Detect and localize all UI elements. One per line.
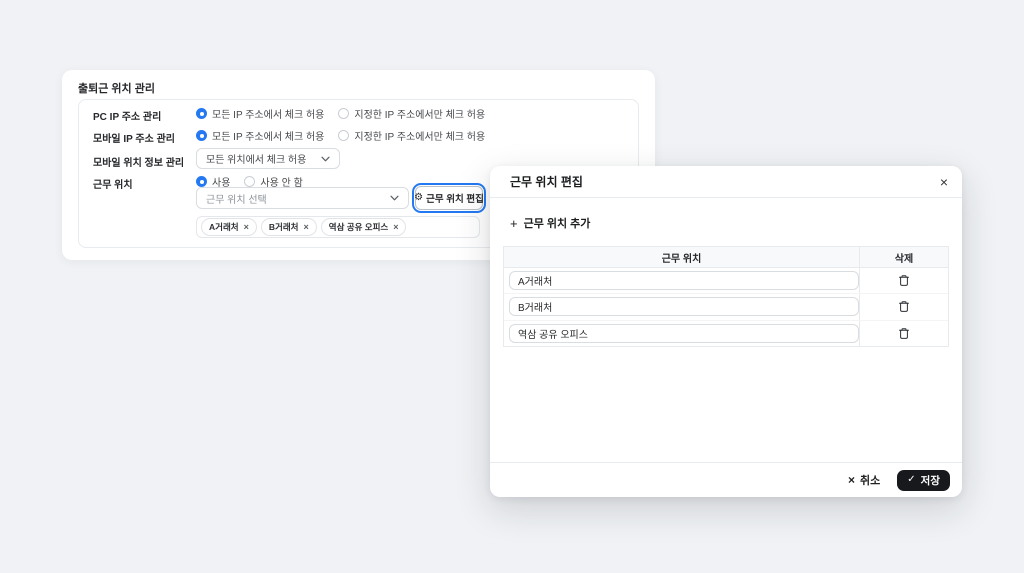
modal-footer: × 취소 ✓ 저장 bbox=[490, 462, 962, 497]
pc-ip-radio-group: 모든 IP 주소에서 체크 허용 지정한 IP 주소에서만 체크 허용 bbox=[196, 106, 485, 121]
table-header-delete: 삭제 bbox=[894, 253, 914, 265]
delete-cell bbox=[860, 268, 948, 293]
add-work-location-button[interactable]: + 근무 위치 추가 bbox=[510, 215, 590, 231]
work-location-tag: B거래처 × bbox=[260, 218, 317, 236]
table-row bbox=[504, 319, 948, 346]
radio-off-icon bbox=[338, 108, 350, 119]
location-cell bbox=[504, 268, 860, 294]
cancel-button-label: 취소 bbox=[860, 475, 881, 487]
pc-ip-radio-specified[interactable]: 지정한 IP 주소에서만 체크 허용 bbox=[338, 106, 485, 121]
pc-ip-radio-all[interactable]: 모든 IP 주소에서 체크 허용 bbox=[196, 106, 324, 121]
save-button-label: 저장 bbox=[920, 474, 940, 487]
remove-icon[interactable]: × bbox=[303, 222, 308, 232]
trash-icon bbox=[899, 301, 909, 313]
location-input[interactable] bbox=[509, 323, 859, 343]
remove-icon[interactable]: × bbox=[244, 222, 249, 232]
mobile-location-select[interactable]: 모든 위치에서 체크 허용 bbox=[196, 148, 340, 169]
gear-icon: ⚙ bbox=[414, 192, 424, 203]
table-body bbox=[504, 268, 948, 346]
radio-label: 지정한 IP 주소에서만 체크 허용 bbox=[354, 110, 486, 121]
trash-icon bbox=[899, 328, 909, 339]
delete-row-button[interactable] bbox=[895, 324, 913, 342]
modal-header: 근무 위치 편집 × bbox=[490, 166, 962, 198]
radio-label: 모든 IP 주소에서 체크 허용 bbox=[212, 110, 325, 121]
work-location-tag: 역삼 공유 오피스 × bbox=[320, 218, 407, 236]
radio-on-icon bbox=[196, 108, 207, 119]
work-location-label: 근무 위치 bbox=[93, 180, 133, 191]
chevron-down-icon bbox=[390, 195, 399, 201]
pc-ip-label: PC IP 주소 관리 bbox=[93, 112, 162, 123]
work-location-tag: A거래처 × bbox=[201, 218, 257, 236]
mobile-ip-radio-specified[interactable]: 지정한 IP 주소에서만 체크 허용 bbox=[338, 128, 485, 143]
tag-label: 역삼 공유 오피스 bbox=[328, 222, 389, 232]
work-location-table: 근무 위치 삭제 bbox=[503, 246, 949, 347]
check-icon: ✓ bbox=[907, 474, 916, 485]
mobile-ip-label: 모바일 IP 주소 관리 bbox=[93, 134, 176, 145]
tag-label: B거래처 bbox=[268, 222, 299, 232]
radio-off-icon bbox=[244, 176, 256, 187]
chevron-down-icon bbox=[321, 156, 330, 161]
select-value: 모든 위치에서 체크 허용 bbox=[206, 155, 307, 166]
table-row bbox=[504, 268, 948, 294]
location-input[interactable] bbox=[509, 297, 859, 317]
work-location-tag-box: A거래처 × B거래처 × 역삼 공유 오피스 × bbox=[196, 216, 480, 238]
radio-on-icon bbox=[196, 130, 207, 141]
cancel-button[interactable]: × 취소 bbox=[848, 472, 880, 488]
edit-work-location-button-label: 근무 위치 편집 bbox=[426, 194, 484, 205]
x-icon: × bbox=[848, 473, 856, 487]
select-placeholder: 근무 위치 선택 bbox=[206, 194, 267, 206]
delete-cell bbox=[860, 321, 948, 346]
close-icon[interactable]: × bbox=[936, 174, 952, 190]
add-work-location-button-label: 근무 위치 추가 bbox=[523, 218, 591, 230]
modal-title: 근무 위치 편집 bbox=[510, 175, 583, 189]
delete-row-button[interactable] bbox=[895, 298, 913, 316]
mobile-ip-radio-group: 모든 IP 주소에서 체크 허용 지정한 IP 주소에서만 체크 허용 bbox=[196, 128, 485, 143]
edit-work-location-button[interactable]: ⚙ 근무 위치 편집 bbox=[412, 183, 486, 213]
mobile-ip-radio-all[interactable]: 모든 IP 주소에서 체크 허용 bbox=[196, 128, 324, 143]
plus-icon: + bbox=[510, 215, 518, 231]
work-location-select[interactable]: 근무 위치 선택 bbox=[196, 187, 409, 209]
location-cell bbox=[504, 320, 860, 346]
edit-modal: 근무 위치 편집 × + 근무 위치 추가 근무 위치 삭제 A거래처 B거래처… bbox=[490, 166, 962, 497]
mobile-location-label: 모바일 위치 정보 관리 bbox=[93, 158, 185, 169]
trash-icon bbox=[899, 275, 909, 287]
delete-row-button[interactable] bbox=[895, 272, 913, 290]
radio-off-icon bbox=[338, 130, 350, 141]
radio-on-icon bbox=[196, 176, 207, 187]
radio-label: 모든 IP 주소에서 체크 허용 bbox=[212, 132, 325, 143]
location-input[interactable] bbox=[509, 271, 859, 291]
remove-icon[interactable]: × bbox=[393, 222, 398, 232]
location-cell bbox=[504, 294, 860, 320]
delete-cell bbox=[860, 294, 948, 319]
table-header-row: 근무 위치 삭제 bbox=[504, 247, 948, 268]
settings-card-title: 출퇴근 위치 관리 bbox=[78, 83, 155, 95]
radio-label: 지정한 IP 주소에서만 체크 허용 bbox=[354, 132, 486, 143]
table-row bbox=[504, 293, 948, 320]
save-button[interactable]: ✓ 저장 bbox=[897, 469, 950, 491]
tag-label: A거래처 bbox=[209, 222, 239, 232]
table-header-location: 근무 위치 bbox=[504, 247, 860, 267]
